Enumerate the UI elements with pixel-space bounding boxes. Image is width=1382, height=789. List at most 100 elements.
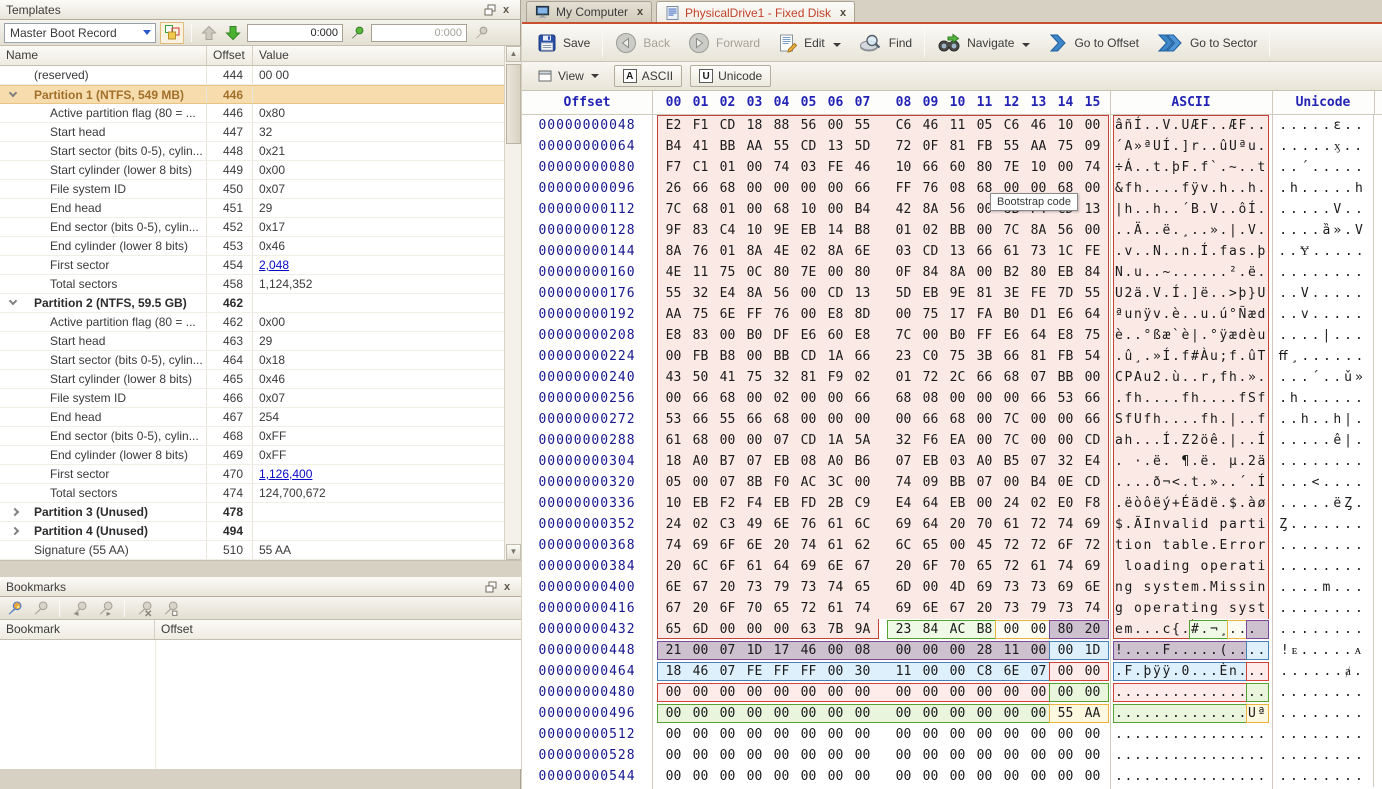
hex-byte[interactable]: 6D <box>687 619 714 640</box>
hex-byte[interactable]: 00 <box>1025 703 1052 724</box>
hex-bytes-area[interactable]: 9F83C4109EEB14B80102BB007C8A5600 <box>652 220 1110 241</box>
hex-byte[interactable]: 26 <box>660 178 687 199</box>
ascii-area[interactable]: ´A»ªUÍ.]r..ûUªu. <box>1110 136 1272 157</box>
ascii-area[interactable]: CPAu2.ù..r,fh.». <box>1110 367 1272 388</box>
hex-byte[interactable]: 55 <box>1052 703 1079 724</box>
hex-byte[interactable]: 00 <box>741 745 768 766</box>
hex-row[interactable]: 0000000025600666800020000666808000000665… <box>522 388 1382 409</box>
hex-byte[interactable]: 00 <box>714 619 741 640</box>
hex-byte[interactable]: 61 <box>822 598 849 619</box>
hex-byte[interactable]: B4 <box>660 136 687 157</box>
hex-byte[interactable]: 00 <box>822 724 849 745</box>
panel-splitter[interactable] <box>0 560 521 577</box>
hex-byte[interactable]: 13 <box>849 283 876 304</box>
hex-byte[interactable]: 80 <box>1052 619 1079 640</box>
hex-byte[interactable]: EB <box>768 451 795 472</box>
hex-byte[interactable]: 8A <box>741 283 768 304</box>
hex-byte[interactable]: 00 <box>1025 640 1052 661</box>
hex-byte[interactable]: 00 <box>971 220 998 241</box>
hex-byte[interactable]: C0 <box>917 346 944 367</box>
hex-byte[interactable]: 00 <box>1025 430 1052 451</box>
hex-byte[interactable]: 00 <box>917 703 944 724</box>
hex-row[interactable]: 00000000048E2F1CD1888560055C6461105C6461… <box>522 115 1382 136</box>
ascii-area[interactable]: ................ <box>1110 766 1272 787</box>
hex-byte[interactable]: 66 <box>917 409 944 430</box>
hex-bytes-area[interactable]: 5366556668000000006668007C000066 <box>652 409 1110 430</box>
scroll-up-button[interactable]: ▲ <box>506 46 521 62</box>
hex-byte[interactable]: 09 <box>917 472 944 493</box>
ascii-area[interactable]: SfUfh....fh.|..f <box>1110 409 1272 430</box>
hex-byte[interactable]: 00 <box>998 703 1025 724</box>
hex-byte[interactable]: 6F <box>714 535 741 556</box>
hex-byte[interactable]: 70 <box>971 514 998 535</box>
tab-physicaldrive1[interactable]: PhysicalDrive1 - Fixed Disk x <box>656 1 855 23</box>
hex-byte[interactable]: EB <box>1052 262 1079 283</box>
hex-byte[interactable]: 00 <box>741 178 768 199</box>
hex-byte[interactable]: FA <box>971 304 998 325</box>
hex-byte[interactable]: 46 <box>687 661 714 682</box>
hex-byte[interactable]: B7 <box>714 451 741 472</box>
hex-byte[interactable]: 8B <box>741 472 768 493</box>
hex-byte[interactable]: E4 <box>1079 451 1106 472</box>
hex-byte[interactable]: AA <box>1025 136 1052 157</box>
remove-bookmark-button[interactable] <box>134 598 154 618</box>
hex-byte[interactable]: 68 <box>768 409 795 430</box>
hex-byte[interactable]: 00 <box>998 724 1025 745</box>
hex-byte[interactable]: 1C <box>1052 241 1079 262</box>
hex-byte[interactable]: 00 <box>1052 157 1079 178</box>
hex-byte[interactable]: 00 <box>687 724 714 745</box>
ascii-area[interactable]: g operating syst <box>1110 598 1272 619</box>
hex-byte[interactable]: 00 <box>849 703 876 724</box>
hex-byte[interactable]: 11 <box>687 262 714 283</box>
hex-byte[interactable]: 00 <box>998 766 1025 787</box>
ascii-area[interactable]: .ëòôëý+Éädë.$.àø <box>1110 493 1272 514</box>
hex-byte[interactable]: E6 <box>998 325 1025 346</box>
hex-byte[interactable]: 30 <box>849 661 876 682</box>
hex-byte[interactable]: 8A <box>822 241 849 262</box>
hex-byte[interactable]: 32 <box>890 430 917 451</box>
template-row[interactable]: Start sector (bits 0-5), cylin...4640x18 <box>0 351 504 370</box>
hex-byte[interactable]: 60 <box>822 325 849 346</box>
template-row[interactable]: Active partition flag (80 = ...4620x00 <box>0 313 504 332</box>
hex-byte[interactable]: 0E <box>1052 472 1079 493</box>
hex-row[interactable]: 0000000041667206F7065726174696E672073797… <box>522 598 1382 619</box>
hex-byte[interactable]: B8 <box>849 220 876 241</box>
hex-byte[interactable]: FB <box>971 136 998 157</box>
ascii-area[interactable]: .fh....fh....fSf <box>1110 388 1272 409</box>
hex-byte[interactable]: 8D <box>849 304 876 325</box>
hex-byte[interactable]: 00 <box>714 766 741 787</box>
hex-byte[interactable]: 00 <box>714 430 741 451</box>
hex-row[interactable]: 0000000030418A0B707EB08A0B607EB03A0B5073… <box>522 451 1382 472</box>
hex-byte[interactable]: 00 <box>714 724 741 745</box>
hex-byte[interactable]: 74 <box>1079 598 1106 619</box>
hex-byte[interactable]: 49 <box>741 514 768 535</box>
hex-byte[interactable]: 10 <box>741 220 768 241</box>
hex-byte[interactable]: BB <box>944 472 971 493</box>
find-button[interactable]: Find <box>850 27 921 59</box>
hex-byte[interactable]: 07 <box>1025 661 1052 682</box>
hex-byte[interactable]: 64 <box>917 493 944 514</box>
hex-byte[interactable]: 23 <box>890 346 917 367</box>
hex-byte[interactable]: C6 <box>890 115 917 136</box>
hex-byte[interactable]: 00 <box>1079 682 1106 703</box>
hex-byte[interactable]: 00 <box>795 409 822 430</box>
hex-byte[interactable]: 83 <box>687 220 714 241</box>
template-row[interactable]: Start cylinder (lower 8 bits)4490x00 <box>0 161 504 180</box>
hex-row[interactable]: 0000000048000000000000000000000000000000… <box>522 682 1382 703</box>
ascii-area[interactable]: N.u..~......².ë. <box>1110 262 1272 283</box>
hex-byte[interactable]: E0 <box>1052 493 1079 514</box>
hex-byte[interactable]: 02 <box>768 388 795 409</box>
ascii-area[interactable]: .F.þÿÿ.0...Èn... <box>1110 661 1272 682</box>
hex-byte[interactable]: E8 <box>822 304 849 325</box>
hex-byte[interactable]: C1 <box>687 157 714 178</box>
hex-byte[interactable]: 80 <box>849 262 876 283</box>
template-row[interactable]: Total sectors474124,700,672 <box>0 484 504 503</box>
ascii-area[interactable]: .v..N..n.Í.fas.þ <box>1110 241 1272 262</box>
ascii-area[interactable]: U2ä.V.Í.]ë..>þ}U <box>1110 283 1272 304</box>
hex-byte[interactable]: 10 <box>795 199 822 220</box>
hex-byte[interactable]: B0 <box>944 325 971 346</box>
hex-byte[interactable]: 6E <box>741 535 768 556</box>
hex-byte[interactable]: 00 <box>890 640 917 661</box>
hex-byte[interactable]: 00 <box>660 346 687 367</box>
hex-byte[interactable]: D1 <box>1025 304 1052 325</box>
